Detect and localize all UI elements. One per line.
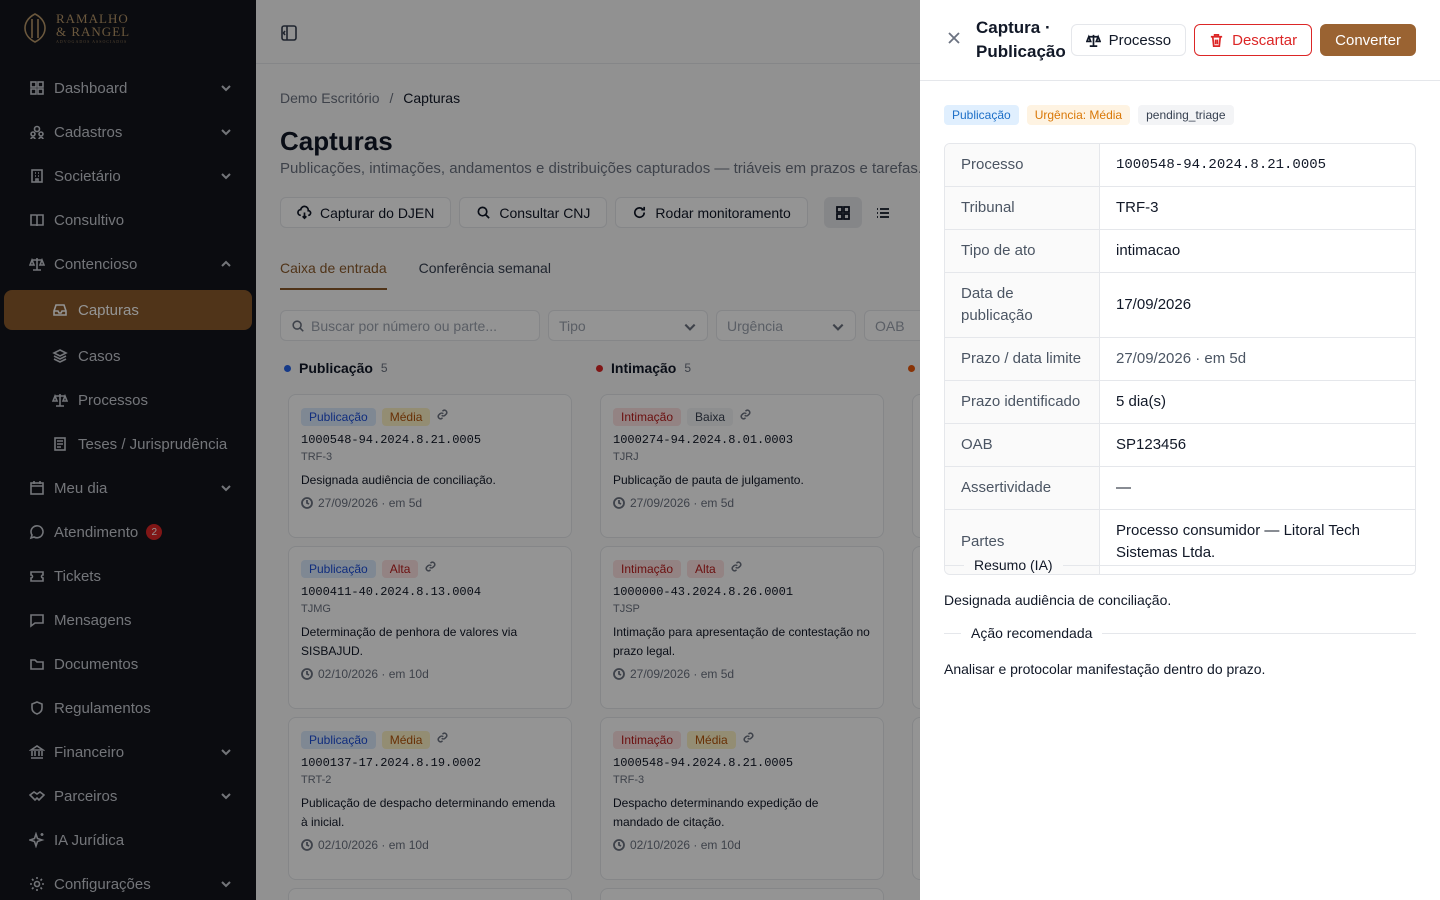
table-row: Data de publicação 17/09/2026 — [945, 273, 1415, 338]
table-row: Tribunal TRF-3 — [945, 187, 1415, 230]
status-badge: pending_triage — [1138, 105, 1234, 125]
descartar-button[interactable]: Descartar — [1194, 24, 1313, 56]
drawer-header: Captura · Publicação Processo Descartar … — [920, 0, 1440, 81]
table-row: OAB SP123456 — [945, 424, 1415, 467]
drawer-actions: Processo Descartar Converter — [1070, 24, 1416, 56]
table-row: Prazo identificado 5 dia(s) — [945, 381, 1415, 424]
capture-detail-drawer: Captura · Publicação Processo Descartar … — [920, 0, 1440, 900]
summary-divider: Resumo (IA) — [944, 557, 1416, 573]
close-icon[interactable] — [946, 30, 966, 50]
action-text: Analisar e protocolar manifestação dentr… — [944, 661, 1266, 677]
details-table: Processo 1000548-94.2024.8.21.0005 Tribun… — [944, 143, 1416, 575]
summary-text: Designada audiência de conciliação. — [944, 592, 1172, 608]
drawer-title: Captura · Publicação — [976, 18, 1066, 61]
table-row: Tipo de ato intimacao — [945, 230, 1415, 273]
action-divider: Ação recomendada — [944, 625, 1416, 641]
table-row: Processo 1000548-94.2024.8.21.0005 — [945, 144, 1415, 187]
trash-icon — [1210, 33, 1223, 47]
type-badge: Publicação — [944, 105, 1019, 125]
table-row: Assertividade — — [945, 467, 1415, 510]
drawer-tags: Publicação Urgência: Média pending_triag… — [944, 105, 1234, 125]
action-title: Ação recomendada — [971, 625, 1093, 641]
modal-backdrop[interactable] — [0, 0, 920, 900]
table-row: Prazo / data limite 27/09/2026 · em 5d — [945, 338, 1415, 381]
summary-title: Resumo (IA) — [974, 557, 1053, 573]
converter-button[interactable]: Converter — [1320, 24, 1416, 56]
urgency-badge: Urgência: Média — [1026, 105, 1131, 125]
processo-button[interactable]: Processo — [1070, 24, 1187, 56]
scale-icon — [1085, 33, 1101, 47]
